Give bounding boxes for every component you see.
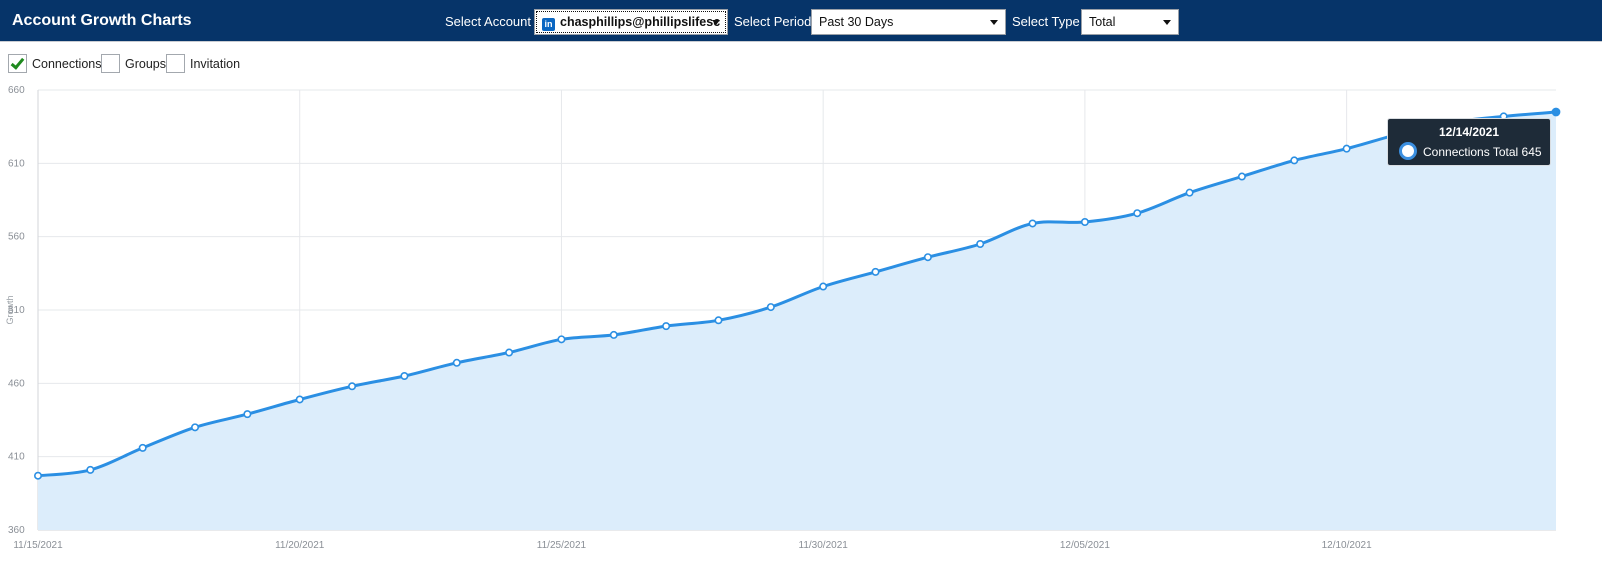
- period-value: Past 30 Days: [819, 15, 894, 29]
- y-tick-label: 660: [8, 85, 25, 96]
- growth-chart: 36041046051056061066011/15/2021 11/20/202…: [5, 85, 1561, 551]
- data-point[interactable]: [609, 330, 618, 339]
- linkedin-icon: in: [542, 18, 555, 31]
- x-tick-label: 12/10/2021: [1322, 540, 1372, 551]
- period-label: Select Period: [734, 14, 812, 29]
- y-tick-label: 460: [8, 378, 25, 389]
- tooltip-text: Connections Total 645: [1423, 145, 1542, 159]
- x-tick-label: 11/20/2021: [275, 540, 325, 551]
- x-tick-label: 11/30/2021: [799, 540, 849, 551]
- data-point[interactable]: [400, 371, 409, 380]
- data-point[interactable]: [191, 423, 200, 432]
- data-point[interactable]: [976, 240, 985, 249]
- data-point[interactable]: [1080, 218, 1089, 227]
- series-marker-icon: [1399, 142, 1417, 160]
- x-tick-label: 11/25/2021: [537, 540, 587, 551]
- data-point[interactable]: [923, 253, 932, 262]
- type-label: Select Type: [1012, 14, 1080, 29]
- toggle-label: Invitation: [190, 57, 241, 71]
- data-point[interactable]: [295, 395, 304, 404]
- data-point[interactable]: [557, 335, 566, 344]
- header-bar: Account Growth Charts Select Account in c…: [0, 0, 1602, 42]
- data-point[interactable]: [1342, 144, 1351, 153]
- series-area: [38, 112, 1556, 530]
- period-select[interactable]: Past 30 Days: [811, 9, 1006, 35]
- data-point[interactable]: [505, 348, 514, 357]
- data-point[interactable]: [1133, 209, 1142, 218]
- chevron-down-icon: [990, 20, 998, 25]
- y-tick-label: 610: [8, 158, 25, 169]
- account-select[interactable]: in chasphillips@phillipslifesc: [534, 9, 728, 35]
- data-point[interactable]: [243, 410, 252, 419]
- account-value: chasphillips@phillipslifesc: [560, 15, 721, 29]
- data-point[interactable]: [86, 465, 95, 474]
- data-point[interactable]: [1290, 156, 1299, 165]
- data-point[interactable]: [1551, 107, 1561, 117]
- data-point[interactable]: [871, 267, 880, 276]
- account-label: Select Account: [445, 14, 531, 29]
- x-tick-label: 11/15/2021: [13, 540, 63, 551]
- tooltip-date: 12/14/2021: [1438, 125, 1500, 139]
- chevron-down-icon: [1163, 20, 1171, 25]
- data-point[interactable]: [33, 471, 42, 480]
- x-tick-label: 12/05/2021: [1060, 540, 1110, 551]
- chart-tooltip: 12/14/2021 Connections Total 645: [1387, 118, 1551, 166]
- data-point[interactable]: [138, 443, 147, 452]
- y-tick-label: 360: [8, 525, 25, 536]
- data-point[interactable]: [714, 316, 723, 325]
- data-point[interactable]: [1028, 219, 1037, 228]
- tooltip-series: Connections Total: [1423, 145, 1519, 159]
- data-point[interactable]: [1237, 172, 1246, 181]
- data-point[interactable]: [348, 382, 357, 391]
- check-icon: [10, 55, 25, 70]
- data-point[interactable]: [452, 358, 461, 367]
- y-tick-label: 560: [8, 232, 25, 243]
- checkbox[interactable]: [101, 54, 120, 73]
- data-point[interactable]: [1185, 188, 1194, 197]
- checkbox[interactable]: [8, 54, 27, 73]
- type-value: Total: [1089, 15, 1116, 29]
- tooltip-value: 645: [1521, 145, 1542, 159]
- chevron-down-icon: [712, 20, 720, 25]
- data-point[interactable]: [819, 282, 828, 291]
- toggle-label: Groups: [125, 57, 166, 71]
- toggle-label: Connections: [32, 57, 102, 71]
- y-axis-label: Growth: [5, 295, 15, 324]
- data-point[interactable]: [766, 303, 775, 312]
- page-title: Account Growth Charts: [12, 12, 192, 29]
- data-point[interactable]: [662, 322, 671, 331]
- y-tick-label: 410: [8, 452, 25, 463]
- checkbox[interactable]: [166, 54, 185, 73]
- type-select[interactable]: Total: [1081, 9, 1179, 35]
